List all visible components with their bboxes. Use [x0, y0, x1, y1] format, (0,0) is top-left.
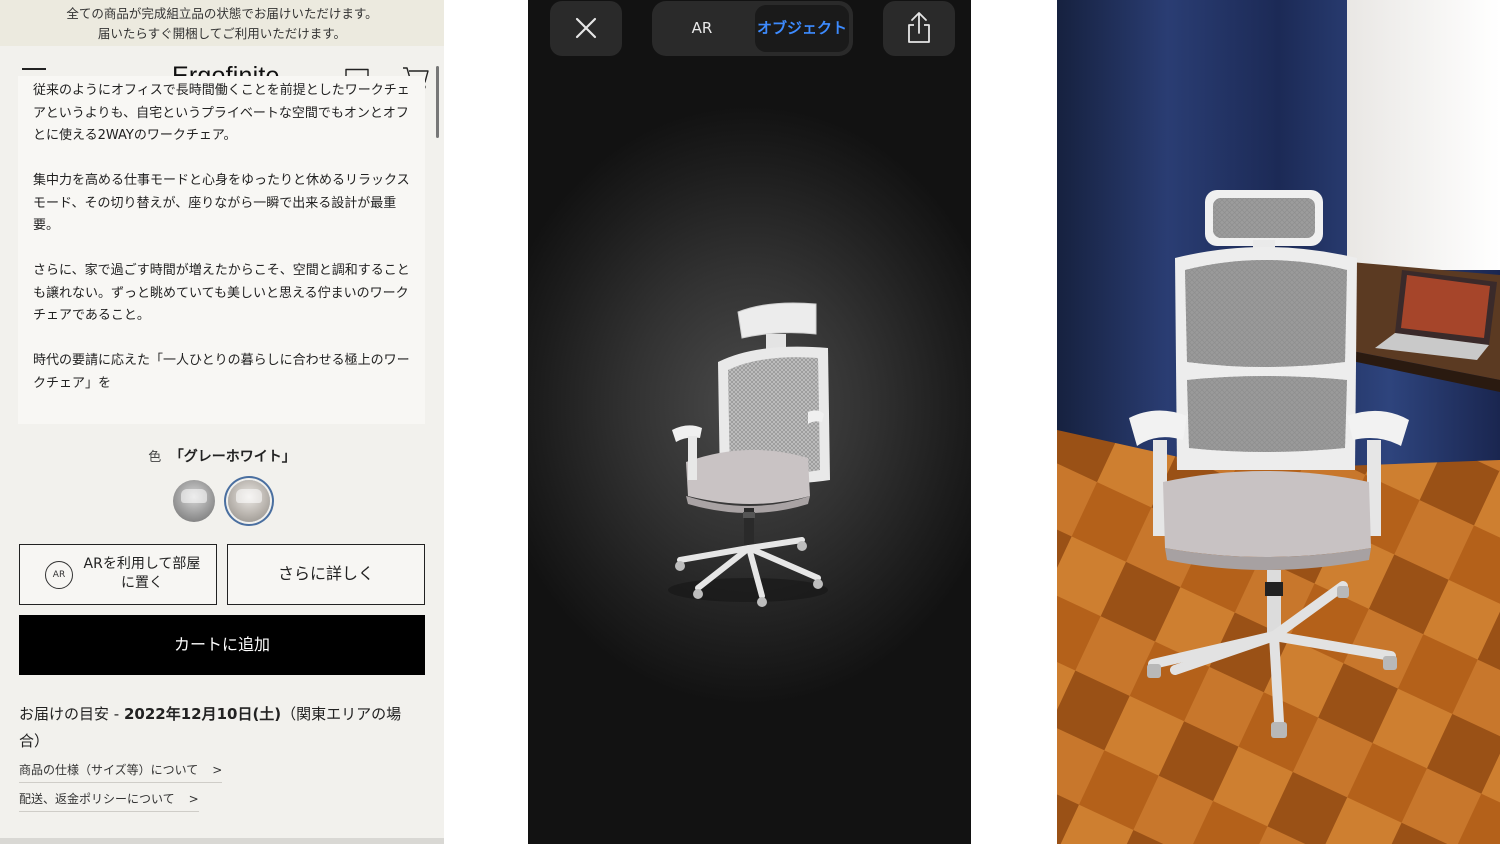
chevron-right-icon: > — [212, 763, 223, 777]
close-icon — [575, 17, 597, 39]
delivery-prefix: お届けの目安 - — [19, 705, 124, 723]
product-page-panel: 全ての商品が完成組立品の状態でお届けいただけます。 届いたらすぐ開梱してご利用い… — [0, 0, 444, 844]
ar-icon: AR — [45, 561, 73, 589]
product-description: 従来のようにオフィスで長時間働くことを前提としたワークチェアというよりも、自宅と… — [18, 76, 425, 424]
shipping-policy-link[interactable]: 配送、返金ポリシーについて > — [19, 790, 199, 812]
policy-link-label: 配送、返金ポリシーについて — [19, 792, 175, 806]
description-paragraph: 時代の要請に応えた「一人ひとりの暮らしに合わせる極上のワークチェア」を — [33, 353, 410, 391]
banner-line-1: 全ての商品が完成組立品の状態でお届けいただけます。 — [66, 6, 378, 21]
ar-place-label: ARを利用して部屋に置く — [83, 556, 201, 591]
ar-room-scene[interactable] — [1057, 0, 1500, 844]
description-paragraph: 集中力を高める仕事モードと心身をゆったりと休めるリラックスモード、その切り替えが… — [33, 173, 410, 233]
color-selector-label: 色 「グレーホワイト」 — [0, 446, 444, 466]
description-paragraph: 従来のようにオフィスで長時間働くことを前提としたワークチェアというよりも、自宅と… — [33, 83, 410, 143]
share-icon — [908, 12, 930, 43]
description-paragraph: さらに、家で過ごす時間が増えたからこそ、空間と調和することも譲れない。ずっと眺め… — [33, 263, 410, 323]
color-label: 色 — [148, 450, 162, 465]
ar-place-button[interactable]: AR ARを利用して部屋に置く — [19, 544, 217, 605]
swatch-gray[interactable] — [173, 480, 215, 522]
swatch-gray-white[interactable] — [228, 480, 270, 522]
close-button[interactable] — [550, 1, 622, 56]
ar-camera-panel — [1057, 0, 1500, 844]
bottom-divider — [0, 838, 444, 844]
tab-ar[interactable]: AR — [652, 1, 752, 56]
spec-link[interactable]: 商品の仕様（サイズ等）について > — [19, 761, 223, 783]
tab-object[interactable]: オブジェクト — [755, 5, 849, 52]
delivery-date: 2022年12月10日(土) — [123, 705, 282, 723]
chevron-right-icon: > — [188, 792, 199, 806]
color-value: 「グレーホワイト」 — [169, 449, 296, 465]
more-details-button[interactable]: さらに詳しく — [227, 544, 425, 605]
share-button[interactable] — [883, 1, 955, 56]
banner-line-2: 届いたらすぐ開梱してご利用いただけます。 — [97, 26, 347, 41]
shipping-banner: 全ての商品が完成組立品の状態でお届けいただけます。 届いたらすぐ開梱してご利用い… — [0, 0, 444, 46]
delivery-estimate: お届けの目安 - 2022年12月10日(土)（関東エリアの場合） — [19, 701, 419, 755]
ar-object-viewer-panel: AR オブジェクト — [528, 0, 971, 844]
chair-3d-model[interactable] — [658, 290, 848, 620]
spec-link-label: 商品の仕様（サイズ等）について — [19, 763, 199, 777]
add-to-cart-button[interactable]: カートに追加 — [19, 615, 425, 675]
scrollbar[interactable] — [436, 66, 439, 138]
mode-segmented-control: AR オブジェクト — [652, 1, 853, 56]
